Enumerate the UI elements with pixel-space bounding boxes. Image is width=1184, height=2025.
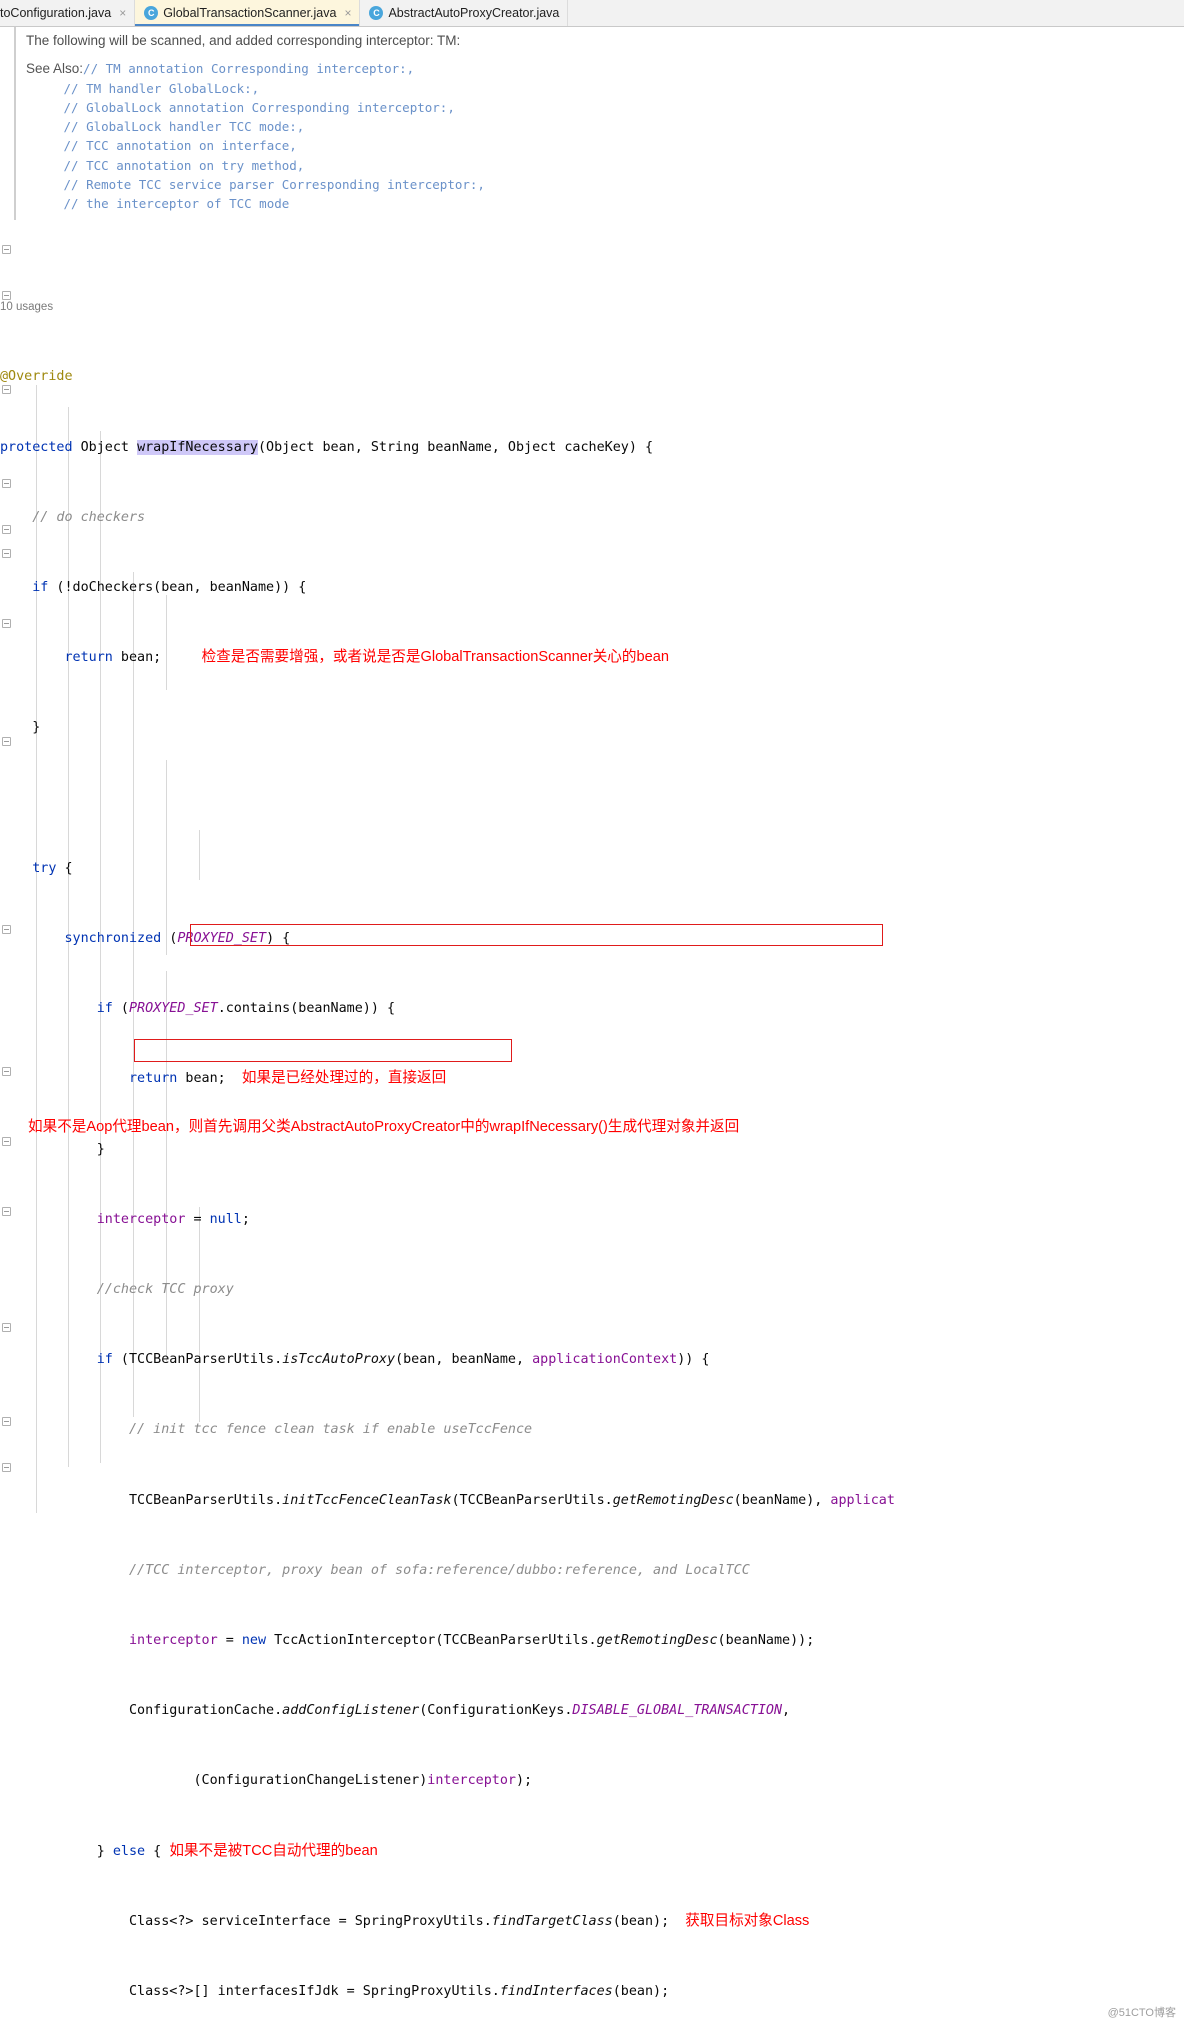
- return-type: Object: [80, 439, 129, 455]
- code-line: }: [32, 720, 41, 736]
- modifier-keyword: protected: [0, 439, 73, 455]
- java-class-icon: C: [144, 6, 159, 20]
- ide-editor-window: toConfiguration.java × C GlobalTransacti…: [0, 0, 1184, 2025]
- javadoc-block: The following will be scanned, and added…: [14, 27, 1184, 220]
- code-comment: //TCC interceptor, proxy bean of sofa:re…: [129, 1562, 750, 1578]
- see-also-item: // GlobalLock handler TCC mode:,: [63, 119, 305, 135]
- java-class-icon: C: [369, 6, 384, 20]
- see-also-item: // the interceptor of TCC mode: [63, 196, 290, 212]
- tab-label: toConfiguration.java: [0, 6, 112, 20]
- code-comment: //check TCC proxy: [96, 1282, 234, 1298]
- tab-GlobalTransactionScanner[interactable]: C GlobalTransactionScanner.java ×: [135, 0, 361, 26]
- zh-annotation-not-tcc: 如果不是被TCC自动代理的bean: [169, 1842, 378, 1859]
- code-comment: // do checkers: [32, 509, 146, 525]
- zh-annotation-not-aop-proxy: 如果不是Aop代理bean，则首先调用父类AbstractAutoProxyCr…: [28, 1119, 740, 1135]
- see-also-item: // Remote TCC service parser Correspondi…: [63, 177, 485, 193]
- editor-tab-bar: toConfiguration.java × C GlobalTransacti…: [0, 0, 1184, 27]
- see-also-item: // TM handler GlobalLock:,: [63, 80, 260, 96]
- tab-toConfiguration[interactable]: toConfiguration.java ×: [0, 0, 136, 26]
- code-line: if (!doCheckers(bean, beanName)) {: [32, 580, 307, 596]
- close-icon[interactable]: ×: [119, 7, 126, 19]
- close-icon[interactable]: ×: [344, 7, 351, 19]
- override-annotation: @Override: [0, 369, 73, 385]
- see-also-item: // TCC annotation on try method,: [63, 157, 305, 173]
- zh-annotation-get-target-class: 获取目标对象Class: [685, 1912, 810, 1929]
- see-also-item: // GlobalLock annotation Corresponding i…: [63, 99, 455, 115]
- zh-annotation-already-processed: 如果是已经处理过的，直接返回: [241, 1070, 447, 1087]
- method-name: wrapIfNecessary: [137, 439, 258, 455]
- tab-AbstractAutoProxyCreator[interactable]: C AbstractAutoProxyCreator.java: [360, 0, 569, 26]
- see-also-item: // TCC annotation on interface,: [63, 138, 297, 154]
- try-keyword: try: [32, 860, 57, 876]
- tab-label: AbstractAutoProxyCreator.java: [388, 6, 560, 20]
- javadoc-summary: The following will be scanned, and added…: [26, 33, 461, 48]
- zh-annotation-check-enhance: 检查是否需要增强，或者说是否是GlobalTransactionScanner关…: [201, 649, 669, 666]
- code-comment: // init tcc fence clean task if enable u…: [129, 1422, 533, 1438]
- see-also-item: // TM annotation Corresponding intercept…: [83, 61, 415, 77]
- usages-hint[interactable]: 10 usages: [0, 301, 53, 313]
- tab-label: GlobalTransactionScanner.java: [163, 6, 337, 20]
- see-also-label: See Also:: [26, 61, 84, 77]
- code-editor[interactable]: The following will be scanned, and added…: [0, 27, 1184, 2024]
- watermark: @51CTO博客: [1107, 2007, 1176, 2019]
- method-params: (Object bean, String beanName, Object ca…: [258, 439, 654, 455]
